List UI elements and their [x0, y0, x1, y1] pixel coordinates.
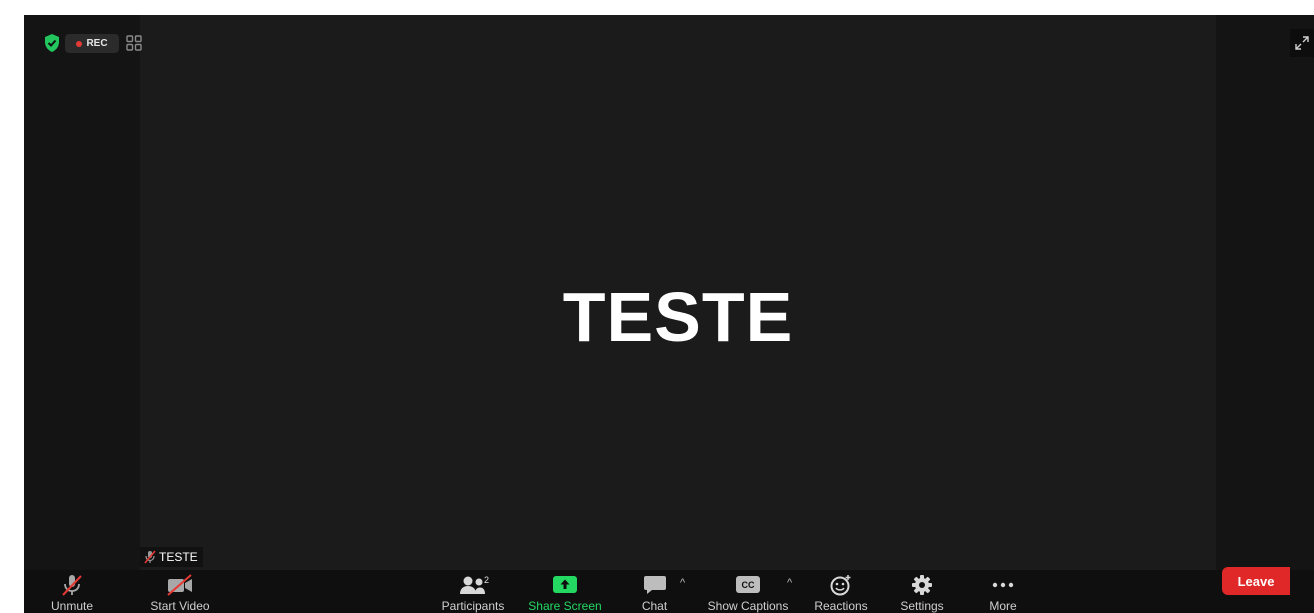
- chat-label: Chat: [641, 599, 668, 613]
- participants-label: Participants: [441, 599, 505, 613]
- share-screen-icon: [553, 575, 577, 593]
- settings-button[interactable]: Settings: [898, 570, 946, 613]
- participant-name-tag: TESTE: [140, 547, 203, 567]
- chevron-up-icon[interactable]: ^: [680, 577, 685, 589]
- meeting-window: TESTE REC TESTE Unmute Start Video Parti…: [24, 15, 1314, 613]
- settings-label: Settings: [900, 599, 944, 613]
- record-dot-icon: [76, 40, 83, 47]
- start-video-button[interactable]: Start Video: [148, 570, 212, 613]
- reactions-label: Reactions: [814, 599, 868, 613]
- mic-off-icon: [62, 574, 82, 596]
- start-video-label: Start Video: [150, 599, 210, 613]
- reactions-button[interactable]: Reactions: [810, 570, 872, 613]
- rec-label: REC: [86, 38, 108, 49]
- captions-icon-text: CC: [741, 579, 755, 590]
- show-captions-label: Show Captions: [707, 599, 789, 613]
- mic-off-icon: [144, 550, 156, 564]
- chevron-up-icon[interactable]: ^: [787, 577, 792, 589]
- more-label: More: [989, 599, 1017, 613]
- unmute-button[interactable]: Unmute: [46, 570, 98, 613]
- video-stage: TESTE: [140, 15, 1216, 570]
- leave-button[interactable]: Leave: [1222, 567, 1290, 595]
- grid-view-icon[interactable]: [126, 35, 142, 51]
- captions-icon: CC: [736, 576, 760, 593]
- share-screen-label: Share Screen: [528, 599, 602, 613]
- participant-display-name: TESTE: [562, 278, 794, 356]
- chat-button[interactable]: Chat: [635, 570, 675, 613]
- video-off-icon: [167, 573, 192, 596]
- participants-count: 2: [484, 575, 490, 585]
- more-button[interactable]: More: [984, 570, 1022, 613]
- recording-indicator[interactable]: REC: [65, 34, 119, 53]
- chat-icon: [643, 575, 666, 594]
- fullscreen-button[interactable]: [1290, 29, 1314, 57]
- name-tag-label: TESTE: [159, 550, 198, 564]
- settings-icon: [912, 574, 932, 595]
- right-gutter: [1216, 15, 1314, 570]
- more-icon: [992, 582, 1014, 587]
- left-gutter: [24, 15, 140, 570]
- share-screen-button[interactable]: Share Screen: [524, 570, 606, 613]
- show-captions-button[interactable]: CC Show Captions: [704, 570, 792, 613]
- fullscreen-icon: [1295, 36, 1309, 50]
- shield-icon[interactable]: [44, 34, 60, 52]
- participants-button[interactable]: Participants: [438, 570, 508, 613]
- meeting-toolbar: Unmute Start Video Participants 2 Share …: [24, 570, 1314, 613]
- reactions-icon: [830, 574, 851, 595]
- unmute-label: Unmute: [50, 599, 94, 613]
